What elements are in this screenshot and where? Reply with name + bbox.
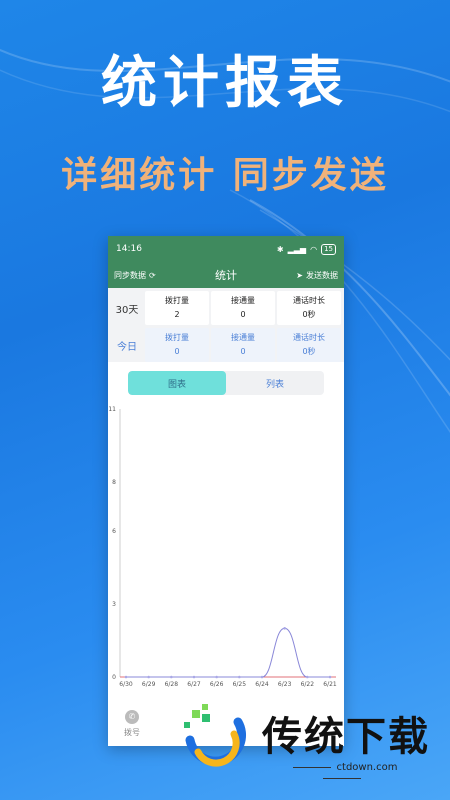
phone-icon: ✆ [125, 710, 139, 724]
app-bar: 同步数据 ⟳ 统计 ➤ 发送数据 [108, 262, 344, 288]
data-point [215, 675, 218, 679]
stat-value: 0 [240, 310, 246, 319]
x-tick-label: 6/25 [233, 681, 247, 688]
send-icon: ➤ [296, 270, 303, 280]
stat-cell-connected: 接通量 0 [211, 291, 275, 325]
battery-indicator: 15 [321, 243, 336, 255]
watermark-text: 传统下载 [262, 714, 430, 760]
stat-cell-calls: 拨打量 0 [145, 328, 209, 362]
watermark: 传统下载 ctdown.com [176, 700, 436, 780]
signal-icon: ▂▃▅ [287, 244, 307, 254]
status-time: 14:16 [116, 244, 142, 254]
x-tick-label: 6/21 [323, 681, 337, 688]
x-tick-label: 6/22 [301, 681, 315, 688]
stat-row-30days: 30天 拨打量 2 接通量 0 通话时长 0秒 [111, 291, 341, 325]
y-tick-label: 11 [108, 406, 116, 413]
ctdown-logo-icon [184, 704, 246, 767]
watermark-url: ctdown.com [262, 762, 422, 784]
hero-subtitle: 详细统计 同步发送 [61, 155, 389, 196]
x-tick-label: 6/24 [255, 681, 269, 688]
x-tick-label: 6/29 [142, 681, 156, 688]
stat-cell-duration: 通话时长 0秒 [277, 291, 341, 325]
send-data-label: 发送数据 [306, 270, 338, 280]
phone-screenshot: 14:16 ✱ ▂▃▅ ◠ 15 同步数据 ⟳ 统计 ➤ 发送数据 30天 拨打… [108, 236, 344, 746]
stat-value: 2 [174, 310, 180, 319]
stat-label: 拨打量 [165, 296, 189, 305]
stat-value: 0 [240, 347, 246, 356]
stats-panel: 30天 拨打量 2 接通量 0 通话时长 0秒 今日 拨打量 0 接通量 0 通… [108, 288, 344, 362]
x-tick-label: 6/27 [187, 681, 201, 688]
view-toggle-wrapper: 图表 列表 [108, 365, 344, 403]
stat-label: 拨打量 [165, 333, 189, 342]
send-data-button[interactable]: ➤ 发送数据 [296, 270, 338, 281]
nav-item-dial[interactable]: ✆ 拨号 [124, 710, 140, 738]
data-point [328, 675, 332, 679]
chart-svg: 11 8 6 3 06/30 6/29 6/28 6/27 6/26 6/25 6/24 6/23 6/… [108, 406, 337, 688]
sync-data-button[interactable]: 同步数据 ⟳ [114, 270, 156, 281]
data-point [283, 626, 286, 630]
tab-chart[interactable]: 图表 [128, 371, 226, 395]
period-label[interactable]: 30天 [111, 291, 143, 325]
nav-item-label: 拨号 [124, 728, 140, 737]
stat-value: 0秒 [302, 347, 316, 356]
sync-data-label: 同步数据 [114, 270, 146, 280]
sync-icon: ⟳ [149, 270, 156, 280]
y-tick-label: 0 [112, 674, 116, 681]
view-toggle: 图表 列表 [128, 371, 324, 395]
page-title: 统计 [215, 269, 237, 282]
wifi-icon: ◠ [310, 244, 318, 254]
x-tick-label: 6/23 [278, 681, 292, 688]
data-point [170, 675, 173, 679]
stat-cell-calls: 拨打量 2 [145, 291, 209, 325]
tab-list[interactable]: 列表 [226, 371, 324, 395]
stat-value: 0 [174, 347, 180, 356]
data-point [124, 675, 128, 679]
x-tick-label: 6/26 [210, 681, 224, 688]
stat-label: 接通量 [231, 296, 255, 305]
line-chart: 11 8 6 3 0 6/30 6/29 6/28 6/27 6/26 6/25 6/24 6/23 6/… [108, 403, 344, 693]
hero-title: 统计报表 [101, 51, 349, 116]
y-tick-label: 8 [112, 479, 116, 486]
bluetooth-icon: ✱ [276, 244, 284, 254]
data-point [192, 675, 196, 679]
period-label[interactable]: 今日 [111, 328, 143, 362]
stat-label: 通话时长 [293, 296, 325, 305]
x-tick-label: 6/28 [165, 681, 179, 688]
y-tick-label: 6 [112, 528, 116, 535]
data-point [147, 675, 150, 679]
stat-row-today: 今日 拨打量 0 接通量 0 通话时长 0秒 [111, 328, 341, 362]
x-tick-label: 6/30 [119, 681, 133, 688]
series-line [125, 627, 330, 678]
stat-cell-connected: 接通量 0 [211, 328, 275, 362]
stat-value: 0秒 [302, 310, 316, 319]
status-bar: 14:16 ✱ ▂▃▅ ◠ 15 [108, 236, 344, 262]
stat-label: 接通量 [231, 333, 255, 342]
stat-cell-duration: 通话时长 0秒 [277, 328, 341, 362]
data-point [306, 675, 309, 679]
y-tick-label: 3 [112, 601, 116, 608]
data-point [260, 675, 264, 679]
data-point [238, 675, 241, 679]
stat-label: 通话时长 [293, 333, 325, 342]
